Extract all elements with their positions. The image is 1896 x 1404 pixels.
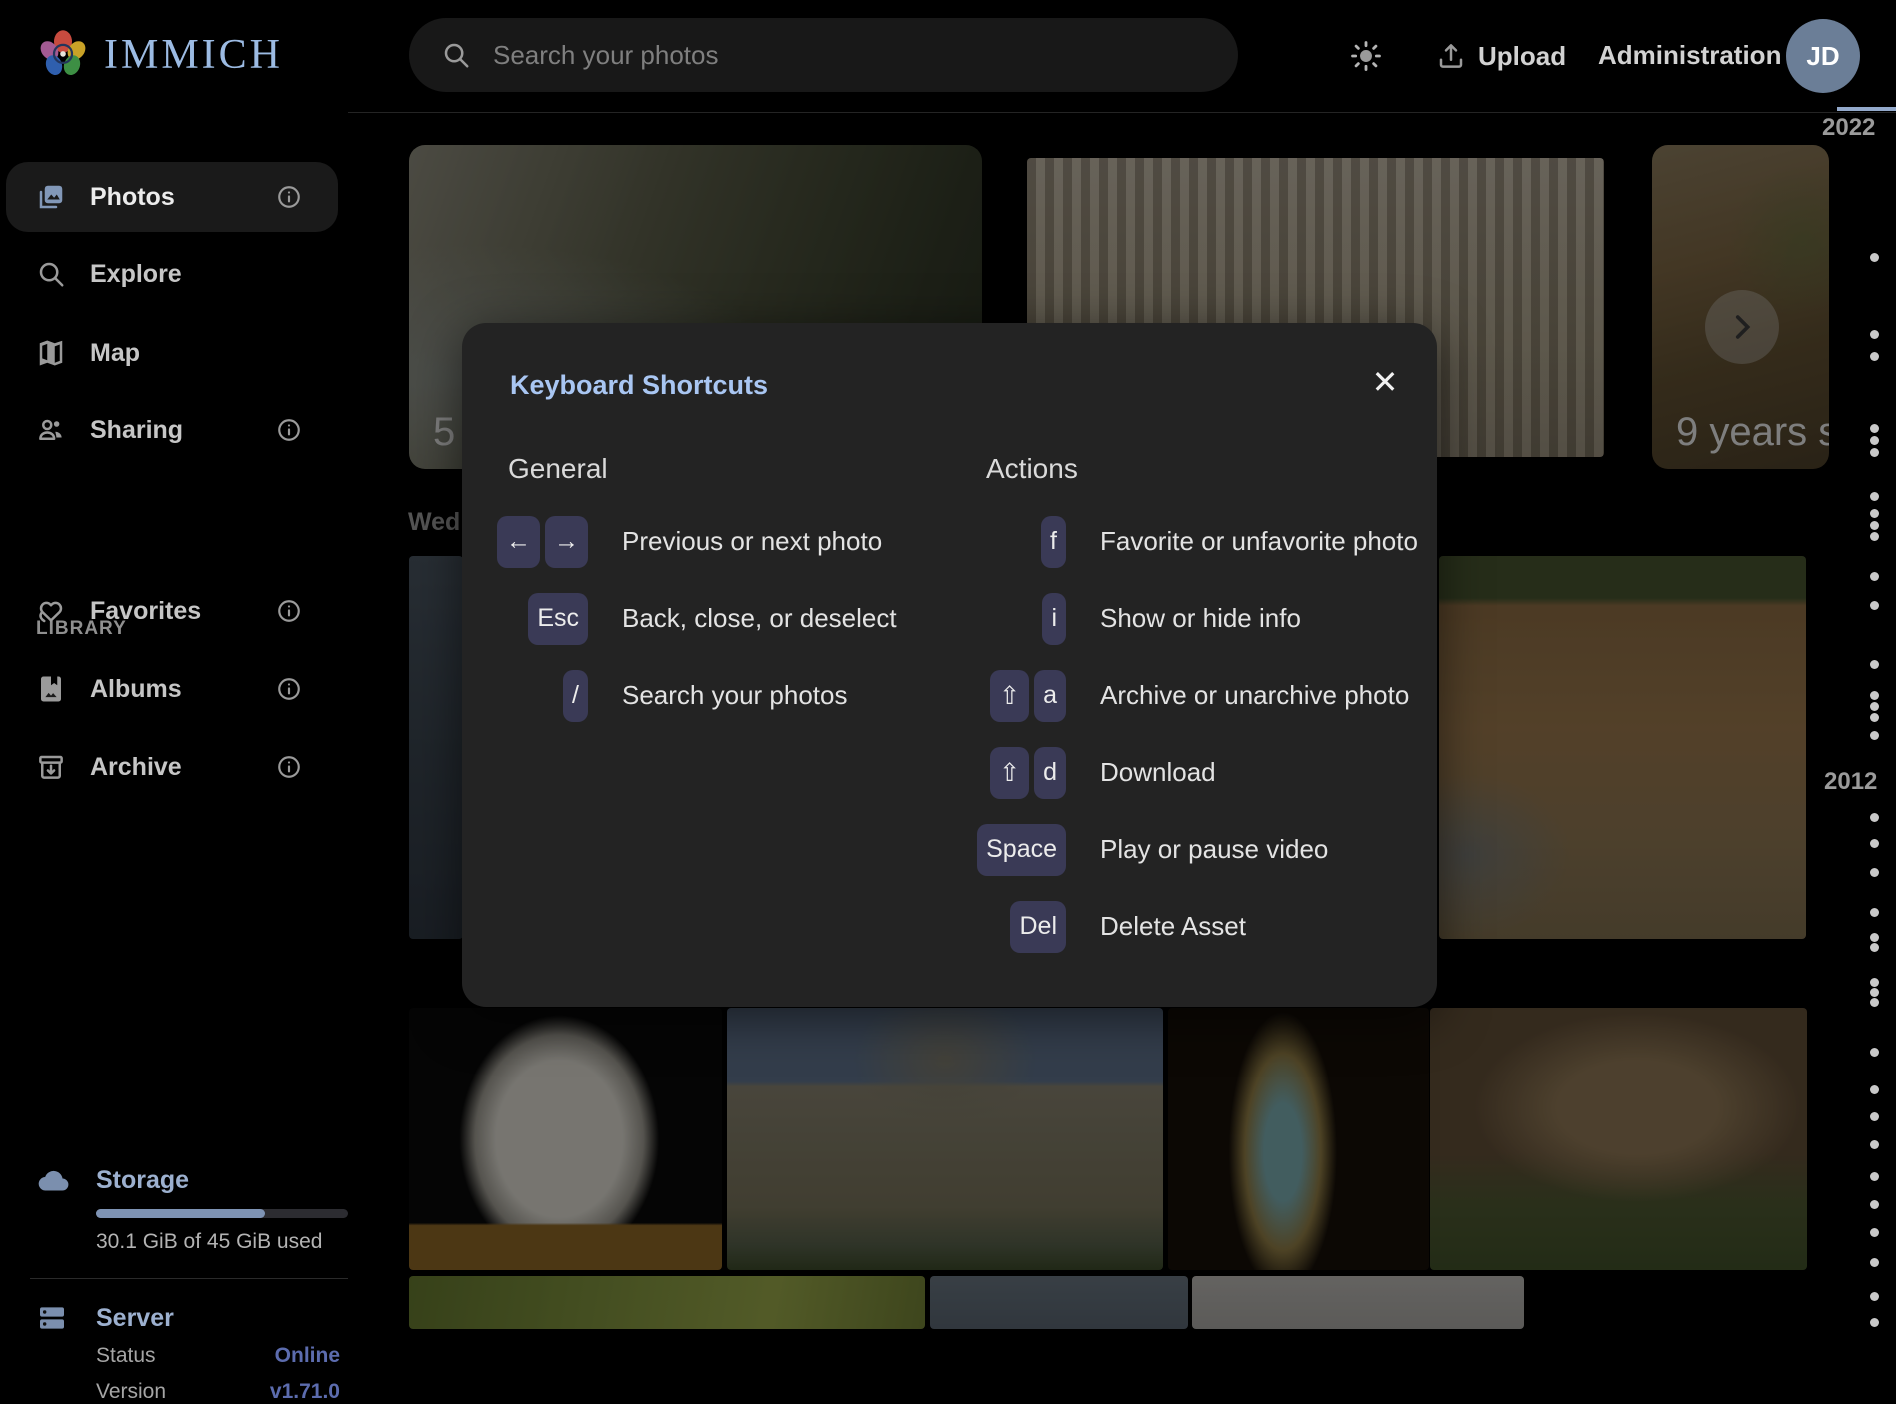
keyboard-shortcuts-modal: Keyboard Shortcuts ✕ General ← → Previou… xyxy=(462,323,1437,1007)
upload-icon xyxy=(1436,41,1466,71)
sidebar-item-sharing[interactable]: Sharing xyxy=(6,395,338,465)
shortcut-row: ← → Previous or next photo xyxy=(492,503,942,580)
storage-progress-bar xyxy=(96,1209,348,1218)
sun-icon xyxy=(1349,39,1383,73)
keycap-d: d xyxy=(1034,747,1066,799)
column-heading: General xyxy=(508,453,942,493)
shortcut-description: Delete Asset xyxy=(1100,911,1246,942)
keycap-arrow-right: → xyxy=(545,516,588,568)
storage-title: Storage xyxy=(96,1166,189,1195)
sidebar-item-albums[interactable]: Albums xyxy=(6,654,338,724)
sidebar-item-label: Photos xyxy=(90,183,175,212)
sidebar-item-archive[interactable]: Archive xyxy=(6,732,338,802)
keycap-arrow-left: ← xyxy=(497,516,540,568)
storage-usage-text: 30.1 GiB of 45 GiB used xyxy=(96,1230,322,1254)
keycap-shift: ⇧ xyxy=(990,670,1029,722)
server-status-label: Status xyxy=(96,1344,156,1368)
shortcut-description: Play or pause video xyxy=(1100,834,1328,865)
explore-icon xyxy=(36,259,66,289)
shortcut-row: Space Play or pause video xyxy=(970,811,1420,888)
info-icon[interactable] xyxy=(276,676,302,702)
info-icon[interactable] xyxy=(276,598,302,624)
server-version-value: v1.71.0 xyxy=(270,1380,340,1404)
server-icon xyxy=(36,1302,68,1334)
immich-app: { "app": { "name": "IMMICH" }, "header":… xyxy=(0,0,1896,1329)
sidebar-item-photos[interactable]: Photos xyxy=(6,162,338,232)
shortcut-description: Favorite or unfavorite photo xyxy=(1100,526,1418,557)
keycap-f: f xyxy=(1041,516,1066,568)
keycap-del: Del xyxy=(1010,901,1066,953)
scrubber-position-line xyxy=(1837,107,1896,111)
shortcut-description: Back, close, or deselect xyxy=(622,603,897,634)
map-icon xyxy=(36,338,66,368)
column-heading: Actions xyxy=(986,453,1420,493)
app-logo[interactable]: IMMICH xyxy=(36,28,283,82)
sidebar-item-label: Sharing xyxy=(90,416,183,445)
user-avatar[interactable]: JD xyxy=(1786,19,1860,93)
server-version-label: Version xyxy=(96,1380,166,1404)
shortcuts-column-actions: Actions f Favorite or unfavorite photo i… xyxy=(970,453,1420,965)
sidebar-item-label: Archive xyxy=(90,753,182,782)
info-icon[interactable] xyxy=(276,417,302,443)
close-icon[interactable]: ✕ xyxy=(1362,359,1408,405)
app-wordmark: IMMICH xyxy=(104,31,283,79)
shortcut-description: Download xyxy=(1100,757,1216,788)
search-input[interactable] xyxy=(491,39,1175,72)
shortcut-row: i Show or hide info xyxy=(970,580,1420,657)
server-status-value: Online xyxy=(275,1344,340,1368)
archive-icon xyxy=(36,752,66,782)
shortcut-description: Search your photos xyxy=(622,680,847,711)
keycap-space: Space xyxy=(977,824,1066,876)
top-bar: IMMICH Upload Administration JD xyxy=(0,0,1896,113)
cloud-icon xyxy=(36,1162,72,1198)
sidebar-item-label: Explore xyxy=(90,260,182,289)
shortcut-row: ⇧ d Download xyxy=(970,734,1420,811)
photos-icon xyxy=(36,182,66,212)
keycap-a: a xyxy=(1034,670,1066,722)
sidebar-item-label: Favorites xyxy=(90,597,201,626)
shortcut-description: Archive or unarchive photo xyxy=(1100,680,1409,711)
timeline-scrubber[interactable] xyxy=(1816,100,1896,1329)
sidebar-item-explore[interactable]: Explore xyxy=(6,239,338,309)
theme-toggle-button[interactable] xyxy=(1344,34,1388,78)
immich-flower-icon xyxy=(36,28,90,82)
sidebar-item-favorites[interactable]: Favorites xyxy=(6,576,338,646)
shortcut-description: Show or hide info xyxy=(1100,603,1301,634)
keycap-shift: ⇧ xyxy=(990,747,1029,799)
keycap-i: i xyxy=(1042,593,1066,645)
search-icon xyxy=(441,40,471,70)
sidebar-item-map[interactable]: Map xyxy=(6,318,338,388)
heart-icon xyxy=(36,596,66,626)
people-icon xyxy=(36,415,66,445)
sidebar-divider xyxy=(30,1278,348,1279)
shortcut-row: / Search your photos xyxy=(492,657,942,734)
album-icon xyxy=(36,674,66,704)
administration-link[interactable]: Administration xyxy=(1598,40,1781,71)
search-bar[interactable] xyxy=(409,18,1238,92)
storage-progress-fill xyxy=(96,1209,265,1218)
shortcuts-column-general: General ← → Previous or next photo Esc B… xyxy=(492,453,942,734)
sidebar-item-label: Albums xyxy=(90,675,182,704)
upload-button[interactable]: Upload xyxy=(1436,34,1566,78)
modal-title: Keyboard Shortcuts xyxy=(510,370,768,401)
keycap-esc: Esc xyxy=(528,593,588,645)
shortcut-row: ⇧ a Archive or unarchive photo xyxy=(970,657,1420,734)
info-icon[interactable] xyxy=(276,184,302,210)
keycap-slash: / xyxy=(563,670,588,722)
info-icon[interactable] xyxy=(276,754,302,780)
shortcut-row: f Favorite or unfavorite photo xyxy=(970,503,1420,580)
sidebar-item-label: Map xyxy=(90,339,140,368)
shortcut-row: Del Delete Asset xyxy=(970,888,1420,965)
shortcut-row: Esc Back, close, or deselect xyxy=(492,580,942,657)
upload-label: Upload xyxy=(1478,41,1566,72)
sidebar: Photos Explore Map Sharing LIBRARY Fa xyxy=(0,112,348,1329)
shortcut-description: Previous or next photo xyxy=(622,526,882,557)
